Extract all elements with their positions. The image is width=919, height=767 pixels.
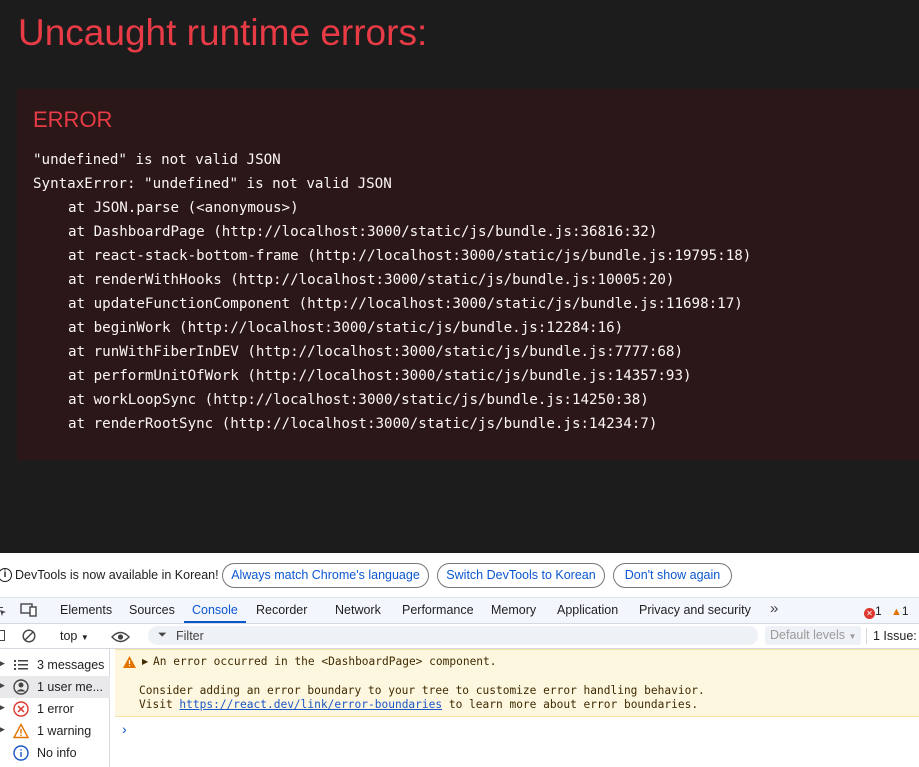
- expand-arrow-icon[interactable]: ▶: [0, 680, 5, 691]
- warning-icon: ▲: [891, 606, 902, 618]
- list-icon: [13, 657, 29, 673]
- sidebar-item-label: No info: [37, 746, 77, 760]
- dropdown-arrow-icon: ▼: [80, 633, 89, 642]
- clear-console-icon[interactable]: [22, 629, 36, 643]
- stack-frame: at renderRootSync (http://localhost:3000…: [68, 416, 658, 432]
- tab-performance[interactable]: Performance: [402, 603, 474, 617]
- issues-link[interactable]: 1 Issue:: [873, 629, 917, 643]
- dropdown-arrow-icon: ▼: [848, 632, 857, 641]
- sidebar-toggle-icon[interactable]: [0, 630, 5, 641]
- console-warning-message[interactable]: ▶ An error occurred in the <DashboardPag…: [115, 649, 919, 717]
- warning-count-badge[interactable]: ▲1: [891, 604, 909, 618]
- stack-frame: at react-stack-bottom-frame (http://loca…: [68, 248, 752, 264]
- expand-arrow-icon[interactable]: ▶: [0, 702, 5, 713]
- stack-frame: at workLoopSync (http://localhost:3000/s…: [68, 392, 649, 408]
- infobar-message: DevTools is now available in Korean!: [15, 568, 219, 582]
- error-boundaries-link[interactable]: https://react.dev/link/error-boundaries: [179, 698, 442, 711]
- eye-icon[interactable]: [111, 630, 130, 643]
- warning-icon: [123, 655, 136, 673]
- error-icon: [13, 701, 29, 717]
- error-stack: "undefined" is not valid JSON SyntaxError…: [33, 148, 751, 436]
- devtools-panel: i DevTools is now available in Korean! A…: [0, 553, 919, 767]
- tab-recorder[interactable]: Recorder: [256, 603, 307, 617]
- error-label: ERROR: [33, 107, 113, 132]
- context-selector[interactable]: top ▼: [60, 629, 89, 643]
- error-box: ERROR "undefined" is not valid JSON Synta…: [17, 89, 919, 460]
- expand-arrow-icon[interactable]: ▶: [142, 657, 148, 666]
- console-toolbar: top ▼ ⏷ Filter Default levels ▼ 1 Issue:: [0, 624, 919, 649]
- tab-application[interactable]: Application: [557, 603, 618, 617]
- warning-text-line: An error occurred in the <DashboardPage>…: [153, 655, 497, 668]
- sidebar-item-label: 1 error: [37, 702, 74, 716]
- device-toolbar-icon[interactable]: [20, 603, 38, 617]
- stack-frame: at performUnitOfWork (http://localhost:3…: [68, 368, 692, 384]
- warning-text-line: Consider adding an error boundary to you…: [139, 684, 705, 697]
- stack-frame: at updateFunctionComponent (http://local…: [68, 296, 743, 312]
- log-levels-dropdown[interactable]: Default levels ▼: [765, 626, 861, 645]
- match-language-button[interactable]: Always match Chrome's language: [222, 563, 429, 588]
- tab-console[interactable]: Console: [192, 603, 238, 617]
- chevron-double-right-icon[interactable]: »: [770, 600, 778, 617]
- error-overlay: Uncaught runtime errors: ERROR "undefine…: [0, 0, 919, 553]
- stack-frame: at renderWithHooks (http://localhost:300…: [68, 272, 675, 288]
- sidebar-item-info[interactable]: No info: [0, 742, 110, 764]
- stack-frame: at DashboardPage (http://localhost:3000/…: [68, 224, 658, 240]
- console-sidebar: ▶ 3 messages ▶ 1 user me... ▶ 1 error ▶ …: [0, 649, 110, 767]
- info-icon: i: [0, 568, 12, 582]
- expand-arrow-icon[interactable]: ▶: [0, 724, 5, 735]
- expand-arrow-icon[interactable]: ▶: [0, 658, 5, 669]
- warning-text-line: Visit https://react.dev/link/error-bound…: [139, 698, 699, 711]
- sidebar-item-user-messages[interactable]: ▶ 1 user me...: [0, 676, 110, 698]
- toolbar-divider: [866, 628, 867, 644]
- user-icon: [13, 679, 29, 695]
- dont-show-again-button[interactable]: Don't show again: [613, 563, 732, 588]
- console-prompt-icon[interactable]: ›: [122, 721, 127, 737]
- error-message-line: SyntaxError: "undefined" is not valid JS…: [33, 176, 392, 192]
- error-icon: ✕: [864, 608, 875, 619]
- overlay-title: Uncaught runtime errors:: [18, 12, 428, 53]
- info-icon: [13, 745, 29, 761]
- switch-to-korean-button[interactable]: Switch DevTools to Korean: [437, 563, 605, 588]
- tab-memory[interactable]: Memory: [491, 603, 536, 617]
- filter-placeholder: Filter: [176, 629, 204, 643]
- sidebar-item-messages[interactable]: ▶ 3 messages: [0, 654, 110, 676]
- filter-input[interactable]: ⏷ Filter: [148, 626, 758, 645]
- tab-sources[interactable]: Sources: [129, 603, 175, 617]
- console-output: ▶ An error occurred in the <DashboardPag…: [110, 649, 919, 767]
- filter-icon: ⏷: [158, 629, 167, 641]
- tab-privacy-security[interactable]: Privacy and security: [639, 603, 751, 617]
- stack-frame: at beginWork (http://localhost:3000/stat…: [68, 320, 624, 336]
- sidebar-item-label: 1 user me...: [37, 680, 103, 694]
- sidebar-item-errors[interactable]: ▶ 1 error: [0, 698, 110, 720]
- stack-frame: at runWithFiberInDEV (http://localhost:3…: [68, 344, 683, 360]
- sidebar-item-warnings[interactable]: ▶ 1 warning: [0, 720, 110, 742]
- sidebar-item-label: 3 messages: [37, 658, 105, 672]
- sidebar-item-label: 1 warning: [37, 724, 92, 738]
- tab-elements[interactable]: Elements: [60, 603, 112, 617]
- stack-frame: at JSON.parse (<anonymous>): [68, 200, 299, 216]
- devtools-tabbar: Elements Sources Console Recorder Networ…: [0, 597, 919, 624]
- tab-network[interactable]: Network: [335, 603, 381, 617]
- warning-icon: [12, 723, 30, 739]
- error-message-line: "undefined" is not valid JSON: [33, 152, 281, 168]
- inspect-element-icon[interactable]: [0, 604, 7, 616]
- language-infobar: i DevTools is now available in Korean! A…: [0, 553, 919, 597]
- active-tab-indicator: [184, 621, 246, 623]
- error-count-badge[interactable]: ✕ 1: [864, 604, 882, 619]
